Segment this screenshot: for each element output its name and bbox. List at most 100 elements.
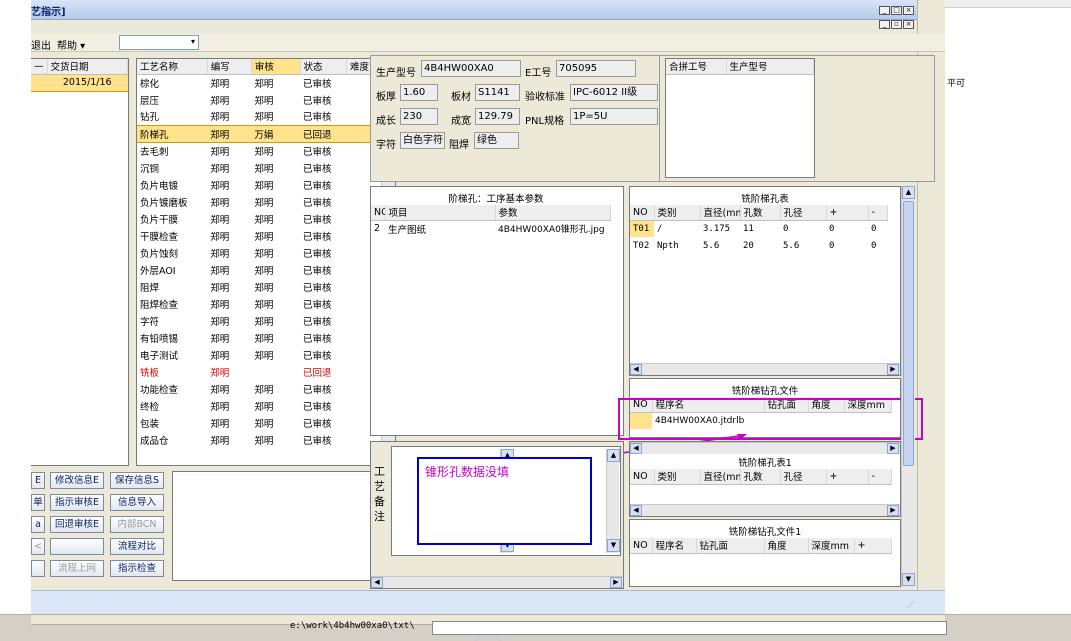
scroll-down-arrow[interactable]: ▼: [902, 573, 915, 586]
column-header-merge-job[interactable]: 合拼工号: [666, 59, 727, 75]
table-row[interactable]: 去毛刺 郑明 郑明 已审核: [137, 142, 381, 159]
column-header-merge-model[interactable]: 生产型号: [726, 59, 814, 75]
scrollbar-thumb[interactable]: [903, 201, 914, 466]
scroll-left-arrow[interactable]: ◀: [371, 577, 383, 588]
scroll-left-arrow[interactable]: ◀: [630, 364, 642, 375]
right-tables-scrollbar[interactable]: ▲ ▼: [901, 186, 915, 587]
column-header-plus[interactable]: +: [826, 469, 869, 485]
import-info-button[interactable]: 信息导入: [110, 494, 164, 511]
mdi-minimize-button[interactable]: _: [879, 20, 890, 29]
column-header-hole[interactable]: 孔径: [780, 205, 827, 221]
scroll-left-arrow[interactable]: ◀: [630, 443, 642, 454]
column-header[interactable]: —: [31, 59, 48, 75]
column-header-minus[interactable]: -: [868, 205, 888, 221]
column-header-status[interactable]: 状态: [300, 59, 347, 75]
bottom-left-textarea[interactable]: [172, 471, 396, 581]
scroll-left-arrow[interactable]: ◀: [630, 505, 642, 516]
column-header-program-name[interactable]: 程序名: [652, 538, 697, 554]
table-row[interactable]: 负片干膜 郑明 郑明 已审核: [137, 210, 381, 227]
column-header-diameter[interactable]: 直径(mm): [700, 469, 741, 485]
column-header-reviewer[interactable]: 审核: [251, 59, 301, 75]
column-header-writer[interactable]: 编写: [207, 59, 252, 75]
table-row[interactable]: T02 Npth 5.6 20 5.6 0 0: [630, 237, 888, 254]
edit-info-button[interactable]: 修改信息E: [50, 472, 104, 489]
table-row[interactable]: 钻孔 郑明 郑明 已审核: [137, 108, 381, 125]
scroll-down-arrow[interactable]: ▼: [607, 539, 620, 552]
scroll-right-arrow[interactable]: ▶: [610, 577, 622, 588]
column-header-no[interactable]: NO: [371, 205, 386, 221]
table-row[interactable]: 包装 郑明 郑明 已审核: [137, 414, 381, 431]
column-header-count[interactable]: 孔数: [740, 469, 781, 485]
table-row[interactable]: 沉铜 郑明 郑明 已审核: [137, 159, 381, 176]
table-row[interactable]: 层压 郑明 郑明 已审核: [137, 91, 381, 108]
table-row[interactable]: 有铅喷锡 郑明 郑明 已审核: [137, 329, 381, 346]
internal-bcn-button[interactable]: 内部BCN: [110, 516, 164, 533]
column-header-no[interactable]: NO: [630, 469, 655, 485]
column-header-plus[interactable]: +: [826, 205, 869, 221]
table-row[interactable]: 成品仓 郑明 郑明 已审核: [137, 431, 381, 448]
flow-compare-button[interactable]: 流程对比: [110, 538, 164, 555]
menu-help[interactable]: 帮助 ▾: [57, 37, 85, 52]
milling-table-hscroll[interactable]: ◀ ▶: [630, 363, 900, 375]
column-header-delivery-date[interactable]: 交货日期: [47, 59, 128, 75]
button-a[interactable]: a: [31, 516, 45, 533]
menu-exit[interactable]: 退出: [31, 37, 51, 52]
column-header-diameter[interactable]: 直径(mm): [700, 205, 741, 221]
material-field[interactable]: S1141: [475, 84, 520, 101]
column-header-depth[interactable]: 深度mm: [808, 538, 855, 554]
milling-table1-hscroll-top[interactable]: ◀ ▶: [630, 442, 900, 454]
button-back[interactable]: <: [31, 538, 45, 555]
table-row[interactable]: 干膜检查 郑明 郑明 已审核: [137, 227, 381, 244]
instruction-check-button[interactable]: 指示检查: [110, 560, 164, 577]
column-header-item[interactable]: 项目: [385, 205, 496, 221]
remarks-scrollbar-right[interactable]: ▲ ▼: [606, 449, 620, 553]
column-header-drill-face[interactable]: 钻孔面: [696, 538, 765, 554]
column-header-no[interactable]: NO: [630, 538, 653, 554]
restore-button[interactable]: □: [891, 6, 902, 15]
rollback-review-button[interactable]: 回退审核E: [50, 516, 104, 533]
scroll-up-arrow[interactable]: ▲: [607, 449, 620, 462]
table-row[interactable]: 电子测试 郑明 郑明 已审核: [137, 346, 381, 363]
remarks-hscroll[interactable]: ◀ ▶: [371, 576, 623, 588]
table-row[interactable]: 铣板 郑明 已回退: [137, 363, 381, 380]
char-field[interactable]: 白色字符: [400, 132, 445, 149]
table-row[interactable]: T01/ 3.175 11 0 0 0: [630, 220, 888, 237]
table-row[interactable]: 功能检查 郑明 郑明 已审核: [137, 380, 381, 397]
table-row[interactable]: 负片镀磨板 郑明 郑明 已审核: [137, 193, 381, 210]
column-header-angle[interactable]: 角度: [764, 538, 809, 554]
table-row[interactable]: 阻焊检查 郑明 郑明 已审核: [137, 295, 381, 312]
flow-online-button[interactable]: 流程上网: [50, 560, 104, 577]
standard-field[interactable]: IPC-6012 II级: [570, 84, 658, 101]
table-row[interactable]: 2015/1/16: [31, 73, 128, 92]
table-row[interactable]: 阶梯孔 郑明 万娟 已回退: [137, 124, 381, 143]
table-row[interactable]: 外层AOI 郑明 郑明 已审核: [137, 261, 381, 278]
column-header-minus[interactable]: -: [868, 469, 892, 485]
thickness-field[interactable]: 1.60: [400, 84, 438, 101]
model-field[interactable]: 4B4HW00XA0: [421, 60, 521, 77]
button-single[interactable]: 单: [31, 494, 45, 511]
button-e[interactable]: E: [31, 472, 45, 489]
column-header-type[interactable]: 类别: [654, 469, 701, 485]
minimize-button[interactable]: _: [879, 6, 890, 15]
table-row[interactable]: 棕化 郑明 郑明 已审核: [137, 74, 381, 91]
column-header-param[interactable]: 参数: [495, 205, 611, 221]
column-header-process-name[interactable]: 工艺名称: [137, 59, 208, 75]
width-field[interactable]: 129.79: [475, 108, 520, 125]
column-header-count[interactable]: 孔数: [740, 205, 781, 221]
table-row[interactable]: 2 生产图纸 4B4HW00XA0锥形孔.jpg: [371, 220, 611, 237]
scroll-up-arrow[interactable]: ▲: [902, 186, 915, 199]
approve-instruction-button[interactable]: 指示审核E: [50, 494, 104, 511]
blank-button[interactable]: [50, 538, 104, 555]
save-info-button[interactable]: 保存信息S: [110, 472, 164, 489]
column-header-plus[interactable]: +: [854, 538, 892, 554]
table-row[interactable]: 终检 郑明 郑明 已审核: [137, 397, 381, 414]
column-header-type[interactable]: 类别: [654, 205, 701, 221]
column-header-no[interactable]: NO: [630, 205, 655, 221]
length-field[interactable]: 230: [400, 108, 438, 125]
mdi-restore-button[interactable]: ▫: [891, 20, 902, 29]
table-row[interactable]: 负片蚀刻 郑明 郑明 已审核: [137, 244, 381, 261]
close-button[interactable]: ×: [903, 6, 914, 15]
mdi-close-button[interactable]: ×: [903, 20, 914, 29]
table-row[interactable]: 负片电镀 郑明 郑明 已审核: [137, 176, 381, 193]
mask-field[interactable]: 绿色: [474, 132, 519, 149]
